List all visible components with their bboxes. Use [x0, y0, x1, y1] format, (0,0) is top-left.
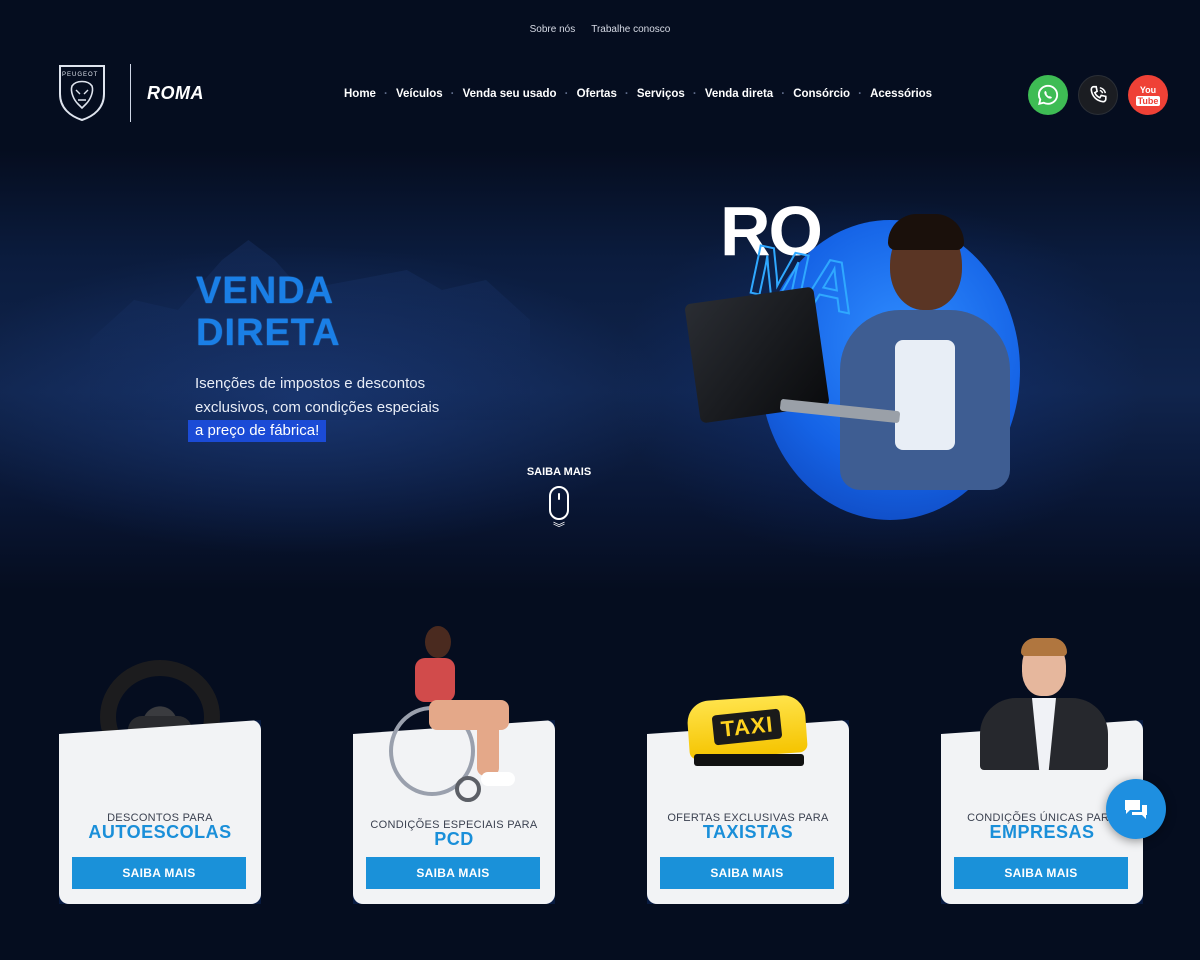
logo[interactable]: PEUGEOT ROMA [56, 64, 204, 122]
link-trabalhe-conosco[interactable]: Trabalhe conosco [591, 24, 670, 35]
logo-divider [130, 64, 131, 122]
nav-acessorios[interactable]: Acessórios [858, 88, 942, 100]
person-head [425, 626, 451, 658]
nav-ofertas[interactable]: Ofertas [565, 88, 627, 100]
businessman-hair [1021, 638, 1067, 656]
person-shirt [895, 340, 955, 450]
wheelchair-small-wheel [455, 776, 481, 802]
hero-title-line1: VENDA [196, 270, 335, 312]
logo-text: PEUGEOT [62, 72, 99, 78]
saiba-mais-button[interactable]: SAIBA MAIS [366, 857, 540, 889]
card-autoescolas: DESCONTOS PARA AUTOESCOLAS SAIBA MAIS [59, 720, 261, 904]
nav-veiculos[interactable]: Veículos [384, 88, 453, 100]
top-links: Sobre nós Trabalhe conosco [0, 24, 1200, 35]
youtube-text-you: You [1139, 84, 1157, 95]
hero-banner: VENDA DIRETA Isenções de impostos e desc… [0, 150, 1200, 590]
phone-button[interactable] [1078, 75, 1118, 115]
saiba-mais-button[interactable]: SAIBA MAIS [660, 857, 834, 889]
chevron-down-icon: ︾ [552, 521, 565, 535]
nav-venda-direta[interactable]: Venda direta [693, 88, 783, 100]
card-big-text: TAXISTAS [702, 822, 794, 842]
scroll-hint[interactable]: SAIBA MAIS ︾ [524, 466, 594, 535]
chat-icon [1125, 800, 1147, 819]
link-sobre-nos[interactable]: Sobre nós [530, 24, 576, 35]
nav-venda-seu-usado[interactable]: Venda seu usado [451, 88, 567, 100]
taxi-label: TAXI [711, 708, 783, 746]
phone-icon [1090, 85, 1107, 103]
youtube-icon: You Tube [1135, 84, 1161, 106]
taxi-sign-image: TAXI [686, 693, 808, 768]
card-big-text: AUTOESCOLAS [88, 822, 232, 842]
whatsapp-button[interactable] [1028, 75, 1068, 115]
hero-image: RO MA [684, 196, 1030, 520]
chat-button[interactable] [1106, 779, 1166, 839]
taxi-sign-body: TAXI [686, 693, 808, 761]
mouse-icon [549, 486, 569, 520]
person-lower-legs [477, 716, 499, 776]
taxi-sign-base [694, 754, 804, 766]
hero-subtitle: Isenções de impostos e descontos exclusi… [195, 375, 440, 416]
saiba-mais-button[interactable]: SAIBA MAIS [72, 857, 246, 889]
scroll-label: SAIBA MAIS [526, 466, 592, 478]
nav-consorcio[interactable]: Consórcio [781, 88, 860, 100]
hero-title: VENDA DIRETA [196, 270, 341, 354]
youtube-button[interactable]: You Tube [1128, 75, 1168, 115]
person-top [415, 658, 455, 702]
youtube-text-tube: Tube [1135, 95, 1161, 106]
whatsapp-icon [1037, 84, 1059, 105]
social-buttons: You Tube [1028, 75, 1168, 115]
main-nav: Home Veículos Venda seu usado Ofertas Se… [344, 88, 942, 100]
saiba-mais-button[interactable]: SAIBA MAIS [954, 857, 1128, 889]
hero-title-line2: DIRETA [196, 312, 341, 354]
businessman-image [976, 638, 1112, 778]
hero-highlight: a preço de fábrica! [188, 420, 327, 442]
person-hair [888, 214, 964, 250]
nav-servicos[interactable]: Serviços [625, 88, 695, 100]
nav-home[interactable]: Home [344, 88, 386, 100]
dealer-name: ROMA [147, 82, 204, 103]
card-big-text: PCD [434, 829, 474, 849]
person-shoe [481, 772, 515, 786]
wheelchair-person-image [385, 626, 525, 806]
